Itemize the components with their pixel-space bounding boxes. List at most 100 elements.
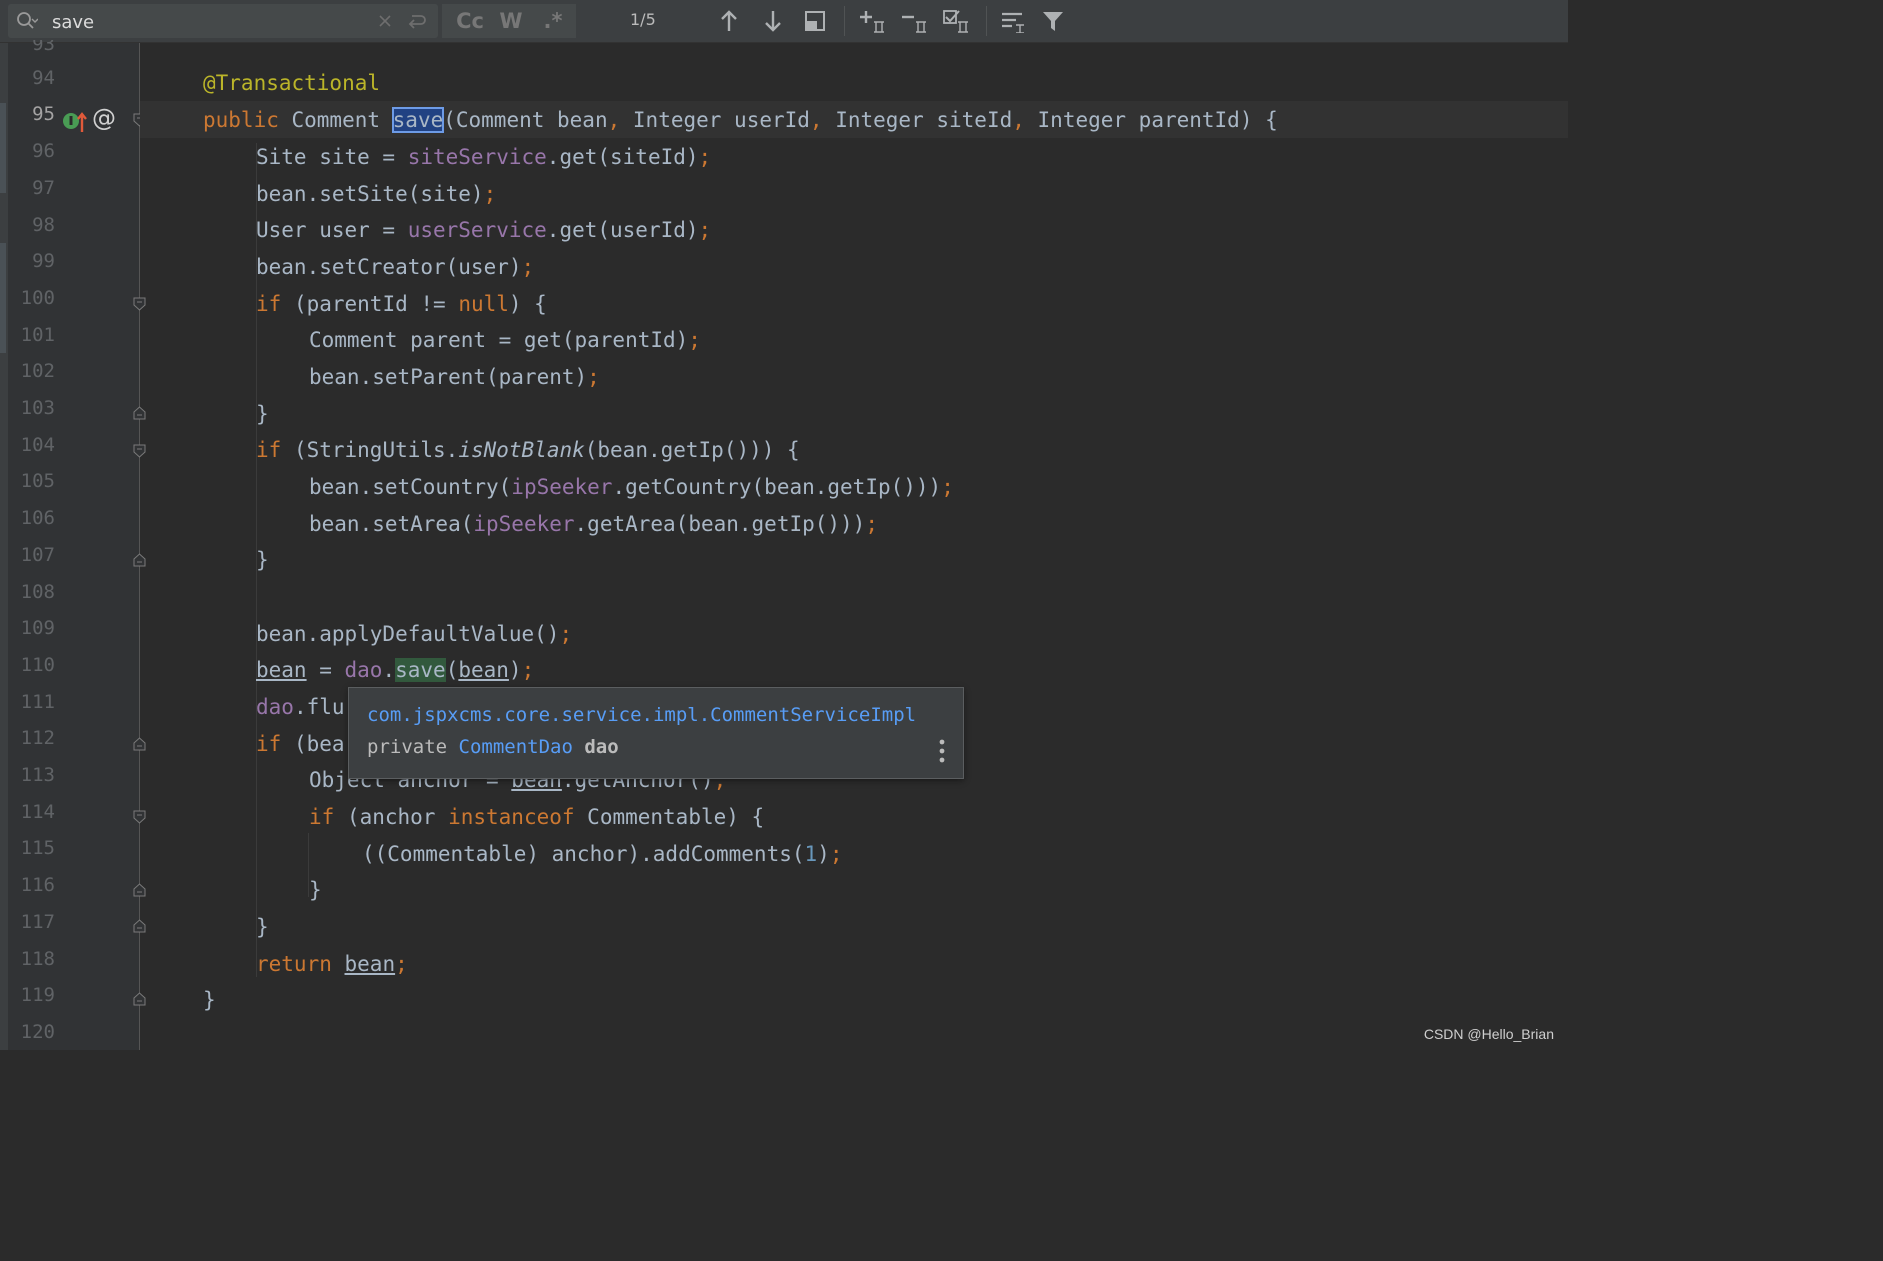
line-number: 93 — [32, 40, 55, 54]
semicolon: ; — [587, 365, 600, 389]
code-line-95: public Comment save(Comment bean, Intege… — [203, 102, 1278, 139]
indent-guide — [256, 763, 257, 923]
select-all-occurrences-icon[interactable] — [940, 6, 974, 36]
keyword: if — [256, 438, 282, 462]
keyword: public — [203, 108, 279, 132]
remove-selection-icon[interactable] — [898, 6, 932, 36]
strip-marker — [0, 243, 6, 353]
code-text: } — [309, 878, 322, 902]
code-text: ( — [445, 658, 459, 682]
code-line-105: bean.setCountry(ipSeeker.getCountry(bean… — [309, 469, 954, 506]
line-number: 113 — [20, 764, 55, 786]
toolbar-separator — [986, 6, 987, 36]
match-case-icon[interactable]: Cc — [452, 6, 488, 36]
code-line-94: @Transactional — [203, 65, 380, 102]
code-text: ) — [817, 842, 830, 866]
semicolon: ; — [829, 842, 843, 866]
line-number: 106 — [20, 507, 55, 530]
keyword: if — [309, 805, 335, 829]
code-text: User user = — [256, 218, 408, 242]
clear-icon[interactable] — [370, 6, 400, 36]
code-text: ((Commentable) anchor).addComments( — [362, 842, 805, 866]
semicolon: ; — [483, 182, 497, 206]
return-type: Comment — [278, 108, 393, 132]
code-text: bean.applyDefaultValue() — [256, 622, 560, 646]
code-line-112: if (bea — [256, 726, 345, 763]
line-number: 95 — [32, 103, 55, 126]
replace-history-icon[interactable] — [402, 6, 432, 36]
code-text: .flu — [293, 695, 345, 719]
quick-documentation-popup[interactable]: com.jspxcms.core.service.impl.CommentSer… — [348, 687, 964, 779]
code-line-117: } — [256, 909, 269, 946]
field-ref[interactable]: dao — [345, 658, 383, 682]
semicolon: ; — [941, 475, 954, 499]
more-vertical-icon[interactable] — [937, 738, 947, 764]
semicolon: ; — [521, 255, 535, 279]
search-match[interactable]: save — [395, 658, 446, 682]
search-options-group: Cc W .* — [442, 4, 576, 38]
line-number: 119 — [20, 984, 55, 1007]
code-text: Site site = — [256, 145, 408, 169]
keyword: null — [458, 292, 509, 316]
code-line-106: bean.setArea(ipSeeker.getArea(bean.getIp… — [309, 506, 878, 543]
code-text: .get(siteId) — [546, 145, 699, 169]
semicolon: ; — [395, 952, 408, 976]
field-ref: siteService — [407, 145, 547, 169]
code-text: Commentable) { — [574, 805, 765, 829]
semicolon: ; — [698, 218, 712, 242]
code-text: = — [306, 658, 345, 682]
tooltip-field-name: dao — [572, 736, 619, 758]
line-numbers: 93 94 95 96 97 98 99 100 101 102 103 104 105 106 107 10… — [8, 0, 55, 1050]
search-field[interactable] — [8, 4, 438, 38]
code-line-102: bean.setParent(parent); — [309, 359, 600, 396]
code-line-97: bean.setSite(site); — [256, 176, 496, 213]
filter-icon[interactable] — [1038, 6, 1068, 36]
previous-occurrence-icon[interactable] — [714, 6, 744, 36]
code-line-119: } — [203, 982, 216, 1019]
regex-icon[interactable]: .* — [538, 6, 568, 36]
code-line-101: Comment parent = get(parentId); — [309, 322, 701, 359]
line-number: 101 — [20, 323, 55, 346]
keyword: if — [256, 732, 282, 756]
search-match-current[interactable]: save — [391, 107, 445, 133]
semicolon: ; — [559, 622, 573, 646]
watermark: CSDN @Hello_Brian — [1423, 1026, 1554, 1042]
search-input[interactable] — [52, 10, 352, 34]
code-editor[interactable]: @Transactional public Comment save(Comme… — [140, 43, 1568, 1050]
implementing-method-icon[interactable] — [62, 110, 90, 134]
comma: , — [809, 108, 823, 132]
add-selection-icon[interactable] — [856, 6, 890, 36]
annotation-at-icon[interactable]: @ — [92, 104, 116, 132]
whole-words-icon[interactable]: W — [496, 6, 526, 36]
line-number: 110 — [20, 653, 55, 676]
line-number: 116 — [20, 874, 55, 897]
number-literal: 1 — [804, 842, 818, 866]
line-number: 112 — [20, 727, 55, 750]
toolbar-separator — [844, 6, 845, 36]
open-in-window-icon[interactable] — [800, 6, 830, 36]
code-text: } — [256, 402, 269, 426]
code-line-115: ((Commentable) anchor).addComments(1); — [362, 836, 842, 873]
keyword: instanceof — [448, 805, 575, 829]
line-number: 114 — [20, 800, 55, 823]
next-occurrence-icon[interactable] — [758, 6, 788, 36]
filter-options-icon[interactable] — [996, 6, 1030, 36]
line-number: 105 — [20, 470, 55, 493]
variable: bean — [458, 658, 509, 682]
semicolon: ; — [521, 658, 535, 682]
semicolon: ; — [698, 145, 712, 169]
tooltip-type-link[interactable]: CommentDao — [459, 736, 573, 758]
line-number: 103 — [20, 397, 55, 419]
code-line-110: bean = dao.save(bean); — [256, 652, 534, 689]
code-text: } — [256, 548, 269, 572]
code-text: .getArea(bean.getIp())) — [574, 512, 866, 536]
code-text: } — [203, 988, 216, 1012]
tooltip-class-path[interactable]: com.jspxcms.core.service.impl.CommentSer… — [367, 704, 916, 726]
code-line-98: User user = userService.get(userId); — [256, 212, 711, 249]
code-line-118: return bean; — [256, 946, 408, 983]
code-text: (anchor — [334, 805, 449, 829]
match-counter: 1/5 — [630, 10, 656, 29]
code-line-104: if (StringUtils.isNotBlank(bean.getIp())… — [256, 432, 800, 469]
code-line-109: bean.applyDefaultValue(); — [256, 616, 572, 653]
code-text: .get(userId) — [546, 218, 699, 242]
